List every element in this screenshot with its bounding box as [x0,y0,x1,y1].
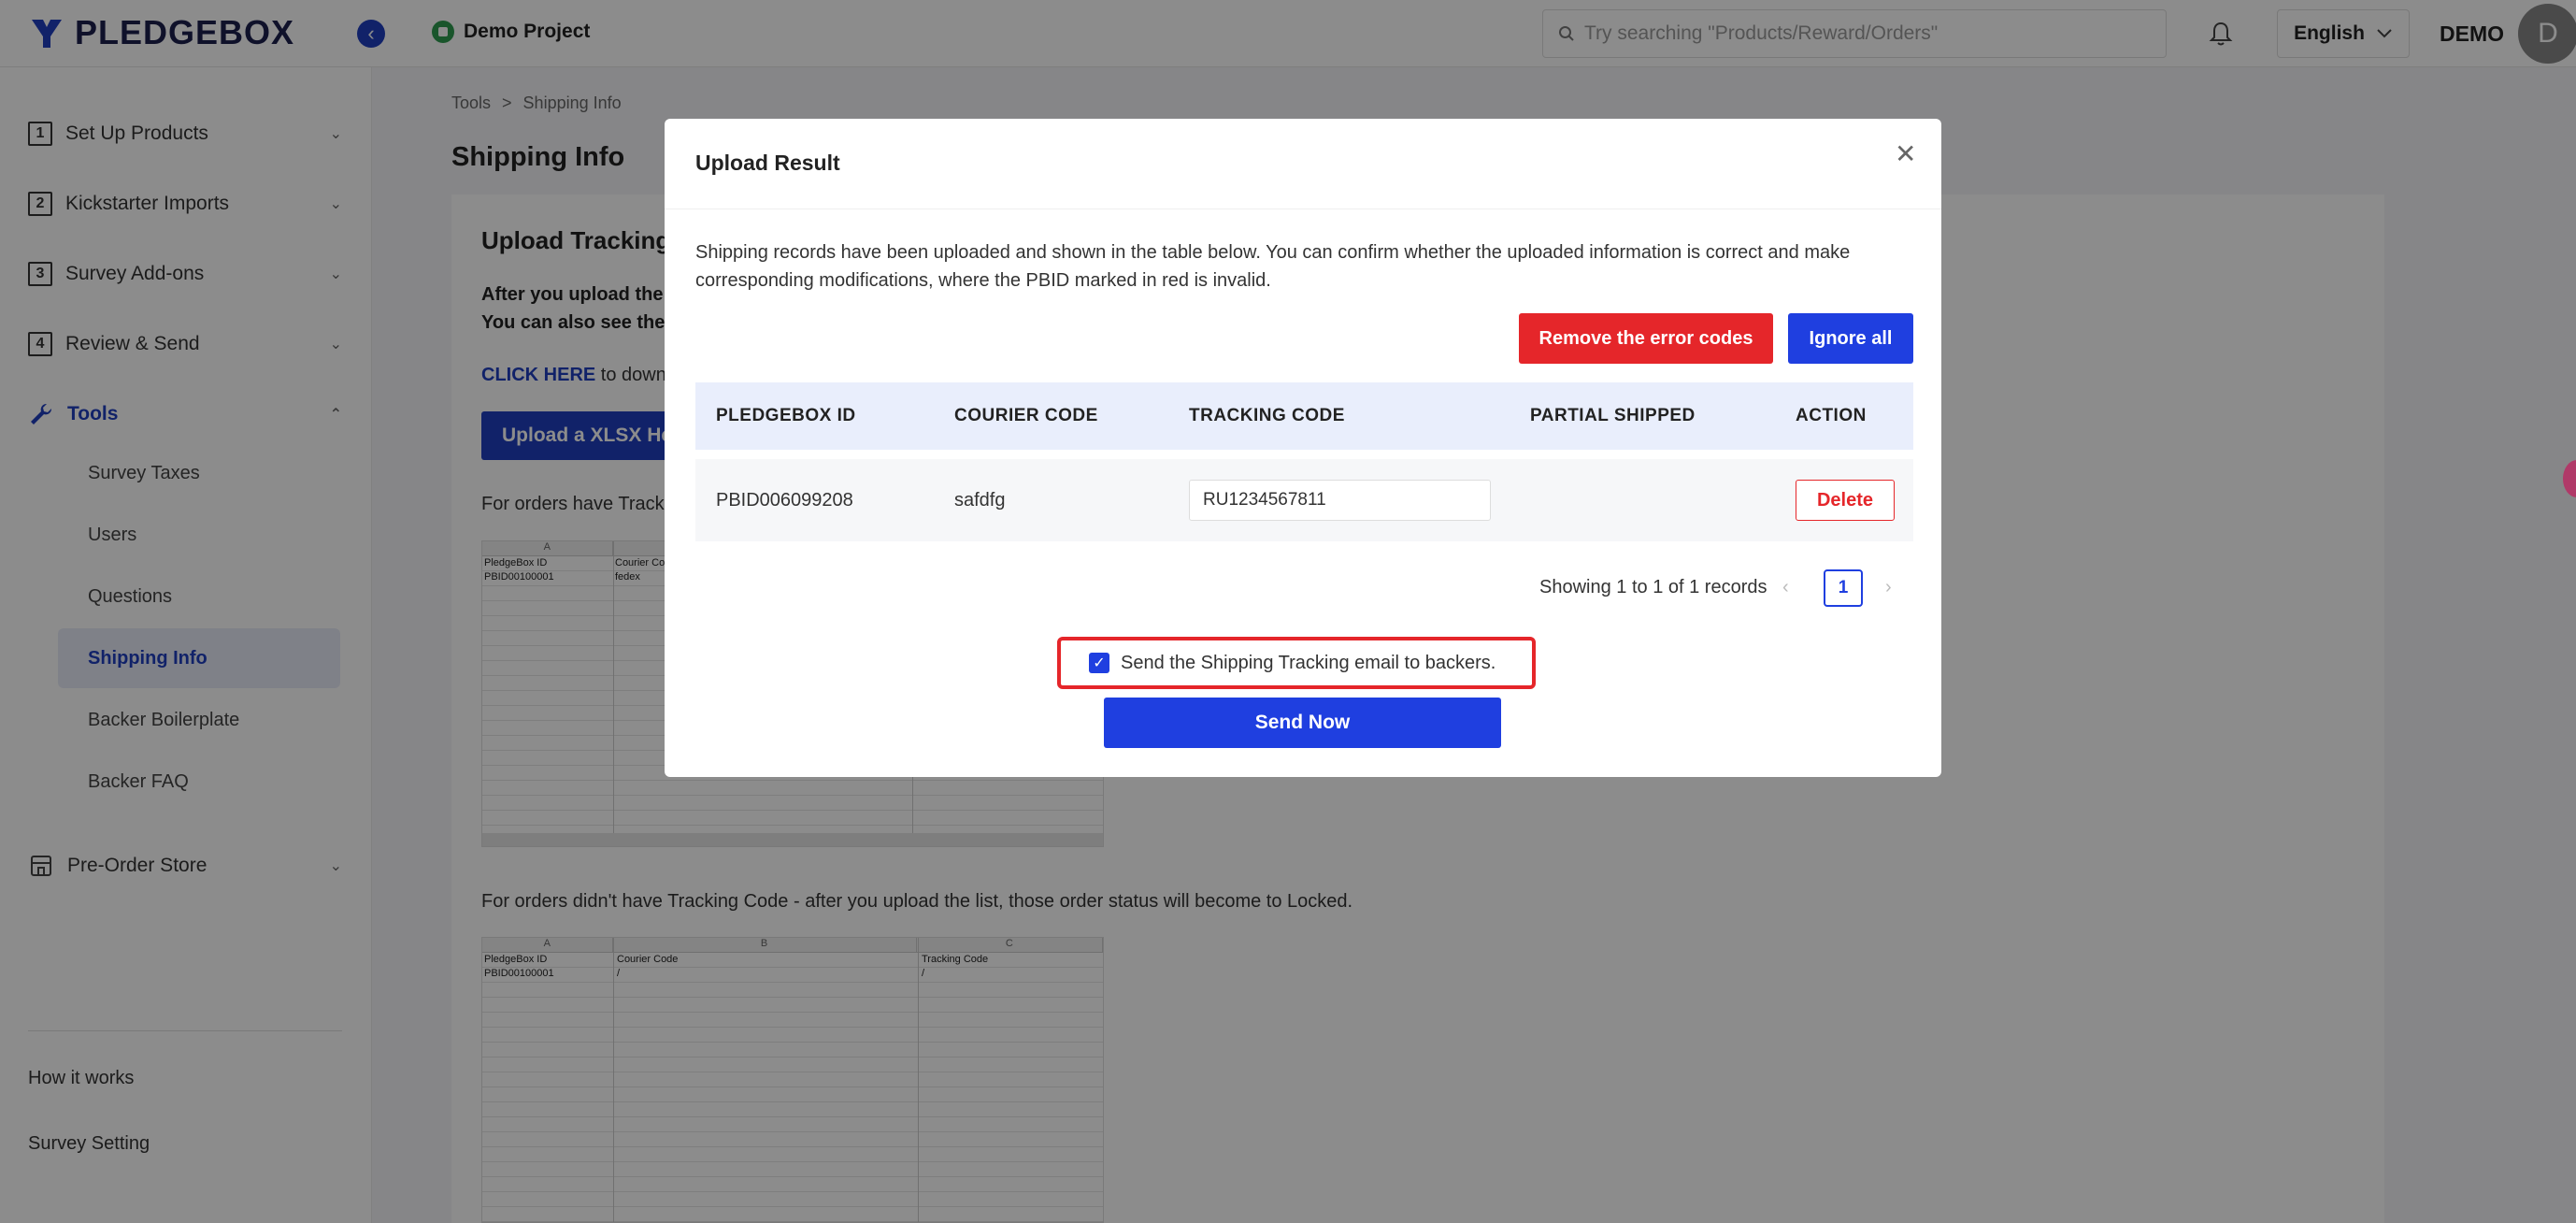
remove-error-codes-button[interactable]: Remove the error codes [1519,313,1773,364]
pager-page-1[interactable]: 1 [1824,569,1863,607]
column-header-pledgebox-id: PLEDGEBOX ID [716,406,856,425]
pledgebox-id-cell: PBID006099208 [716,489,853,511]
modal-title: Upload Result [695,151,840,175]
send-email-label: Send the Shipping Tracking email to back… [1121,652,1496,673]
delete-button[interactable]: Delete [1796,480,1895,521]
column-header-partial-shipped: PARTIAL SHIPPED [1530,406,1696,425]
pager-next-icon[interactable]: › [1885,577,1892,598]
tracking-code-cell [1189,480,1491,521]
upload-result-modal: Upload Result ✕ Shipping records have be… [665,119,1941,777]
table-header: PLEDGEBOX ID COURIER CODE TRACKING CODE … [695,382,1913,450]
pager-summary: Showing 1 to 1 of 1 records [1539,577,1767,597]
ignore-all-button[interactable]: Ignore all [1788,313,1913,364]
column-header-tracking-code: TRACKING CODE [1189,406,1345,425]
send-email-option[interactable]: ✓ Send the Shipping Tracking email to ba… [1057,637,1536,689]
tracking-code-input[interactable] [1189,480,1491,521]
close-icon[interactable]: ✕ [1895,141,1916,167]
send-now-button[interactable]: Send Now [1104,698,1501,748]
column-header-action: ACTION [1796,406,1867,425]
courier-code-cell: safdfg [954,489,1006,511]
send-email-checkbox[interactable]: ✓ [1089,653,1109,673]
action-cell: Delete [1796,480,1895,521]
modal-description: Shipping records have been uploaded and … [695,242,1851,291]
table-row: PBID006099208 safdfg Delete [695,459,1913,541]
pager-prev-icon[interactable]: ‹ [1782,577,1789,598]
column-header-courier-code: COURIER CODE [954,406,1098,425]
